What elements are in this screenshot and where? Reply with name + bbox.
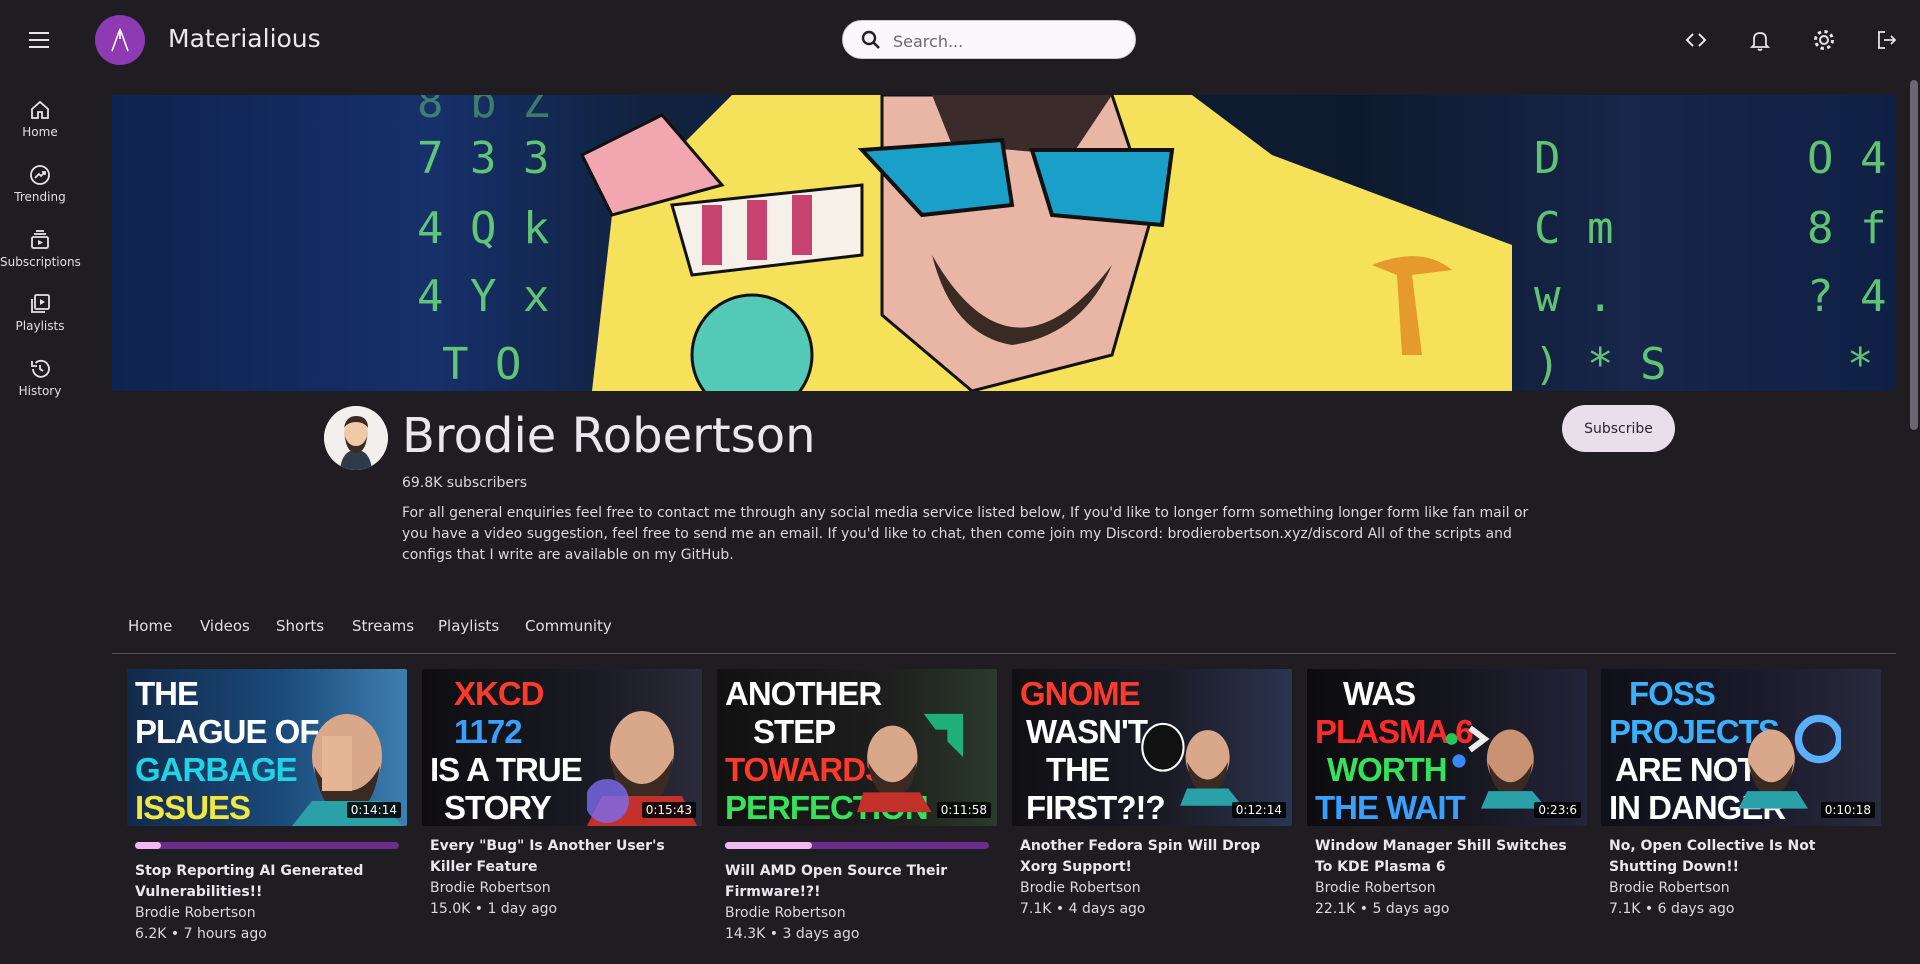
banner-illustration <box>579 95 1512 391</box>
sidebar-item-label: Subscriptions <box>0 255 81 269</box>
tab-community[interactable]: Community <box>525 617 612 635</box>
sidebar-item-label: Trending <box>14 190 66 204</box>
video-channel[interactable]: Brodie Robertson <box>725 903 997 924</box>
watch-progress-bar <box>725 842 989 849</box>
sidebar-item-home[interactable]: Home <box>0 86 80 146</box>
video-meta: 7.1K • 6 days ago <box>1609 901 1735 917</box>
sidebar-item-label: Playlists <box>15 319 65 333</box>
tab-playlists[interactable]: Playlists <box>438 617 499 635</box>
video-channel[interactable]: Brodie Robertson <box>430 878 702 899</box>
video-thumbnail[interactable]: FOSS PROJECTS ARE NOT IN DANGER 0:10:18 <box>1601 669 1881 826</box>
sidebar-item-history[interactable]: History <box>0 345 80 405</box>
video-title[interactable]: No, Open Collective Is Not Shutting Down… <box>1609 836 1879 878</box>
video-title[interactable]: Will AMD Open Source Their Firmware!?! <box>725 861 995 903</box>
home-icon <box>31 100 49 119</box>
video-duration: 0:14:14 <box>346 802 401 818</box>
video-thumbnail[interactable]: XKCD 1172 IS A TRUE STORY 0:15:43 <box>422 669 702 826</box>
video-card[interactable]: GNOME WASN'T THE FIRST?!? 0:12:14 Anothe… <box>1012 669 1292 920</box>
video-title[interactable]: Stop Reporting AI Generated Vulnerabilit… <box>135 861 405 903</box>
video-channel[interactable]: Brodie Robertson <box>1609 878 1881 899</box>
tab-streams[interactable]: Streams <box>352 617 414 635</box>
video-thumbnail[interactable]: WAS PLASMA 6 WORTH THE WAIT 0:23:6 <box>1307 669 1587 826</box>
trending-icon <box>30 165 50 185</box>
video-title[interactable]: Another Fedora Spin Will Drop Xorg Suppo… <box>1020 836 1290 878</box>
tab-home[interactable]: Home <box>128 617 172 635</box>
logout-icon[interactable] <box>1872 25 1902 55</box>
page-scrollbar[interactable] <box>1910 80 1918 430</box>
video-thumbnail[interactable]: GNOME WASN'T THE FIRST?!? 0:12:14 <box>1012 669 1292 826</box>
code-icon[interactable] <box>1681 25 1711 55</box>
video-meta: 15.0K • 1 day ago <box>430 901 558 917</box>
channel-avatar <box>324 406 388 470</box>
subscribe-button[interactable]: Subscribe <box>1562 405 1675 452</box>
video-thumbnail[interactable]: ANOTHER STEP TOWARDS PERFECTION 0:11:58 <box>717 669 997 826</box>
app-title: Materialious <box>168 24 321 53</box>
sidebar-item-label: Home <box>22 125 58 139</box>
channel-banner: 8 b Z 7 3 3 4 Q k 4 Y x T O D C m w . ) … <box>112 95 1896 391</box>
video-card[interactable]: WAS PLASMA 6 WORTH THE WAIT 0:23:6 Windo… <box>1307 669 1587 920</box>
video-duration: 0:12:14 <box>1231 802 1286 818</box>
channel-description: For all general enquiries feel free to c… <box>402 505 1529 563</box>
thumbnail-face <box>1445 725 1547 809</box>
video-title[interactable]: Window Manager Shill Switches To KDE Pla… <box>1315 836 1585 878</box>
video-duration: 0:10:18 <box>1820 802 1875 818</box>
tab-shorts[interactable]: Shorts <box>276 617 324 635</box>
video-channel[interactable]: Brodie Robertson <box>1020 878 1292 899</box>
video-meta: 6.2K • 7 hours ago <box>135 926 267 942</box>
history-icon <box>31 359 50 378</box>
video-channel[interactable]: Brodie Robertson <box>1315 878 1587 899</box>
tab-videos[interactable]: Videos <box>200 617 250 635</box>
thumbnail-text: THE PLAGUE OF GARBAGE ISSUES <box>135 675 320 826</box>
menu-icon[interactable] <box>26 27 52 53</box>
video-card[interactable]: XKCD 1172 IS A TRUE STORY 0:15:43 Every … <box>422 669 702 920</box>
thumbnail-text: XKCD 1172 IS A TRUE STORY <box>430 675 583 826</box>
video-card[interactable]: THE PLAGUE OF GARBAGE ISSUES 0:14:14 Sto… <box>127 669 407 945</box>
sidebar-item-playlists[interactable]: Playlists <box>0 280 80 340</box>
search-input[interactable] <box>891 27 1125 55</box>
subscriptions-icon <box>31 230 49 249</box>
watch-progress-bar <box>135 842 399 849</box>
sidebar-item-subscriptions[interactable]: Subscriptions <box>0 216 81 276</box>
video-meta: 22.1K • 5 days ago <box>1315 901 1450 917</box>
channel-name: Brodie Robertson <box>402 408 816 464</box>
video-duration: 0:11:58 <box>936 802 991 818</box>
bell-icon[interactable] <box>1745 25 1775 55</box>
video-meta: 14.3K • 3 days ago <box>725 926 860 942</box>
video-meta: 7.1K • 4 days ago <box>1020 901 1146 917</box>
thumbnail-face <box>1141 722 1242 806</box>
video-thumbnail[interactable]: THE PLAGUE OF GARBAGE ISSUES 0:14:14 <box>127 669 407 826</box>
video-card[interactable]: ANOTHER STEP TOWARDS PERFECTION 0:11:58 … <box>717 669 997 945</box>
app-logo[interactable] <box>95 15 145 65</box>
search-icon <box>861 30 881 54</box>
subscriber-count: 69.8K subscribers <box>402 475 528 491</box>
gear-icon[interactable] <box>1809 25 1839 55</box>
search-box[interactable] <box>842 20 1136 59</box>
sidebar-item-trending[interactable]: Trending <box>0 151 80 211</box>
video-duration: 0:15:43 <box>641 802 696 818</box>
video-duration: 0:23:6 <box>1534 802 1581 818</box>
video-card[interactable]: FOSS PROJECTS ARE NOT IN DANGER 0:10:18 … <box>1601 669 1881 920</box>
channel-tabs: Home Videos Shorts Streams Playlists Com… <box>112 617 1896 654</box>
playlists-icon <box>31 294 50 313</box>
sidebar-item-label: History <box>18 384 62 398</box>
video-title[interactable]: Every "Bug" Is Another User's Killer Fea… <box>430 836 700 878</box>
video-channel[interactable]: Brodie Robertson <box>135 903 407 924</box>
top-bar: Materialious <box>0 0 1920 80</box>
